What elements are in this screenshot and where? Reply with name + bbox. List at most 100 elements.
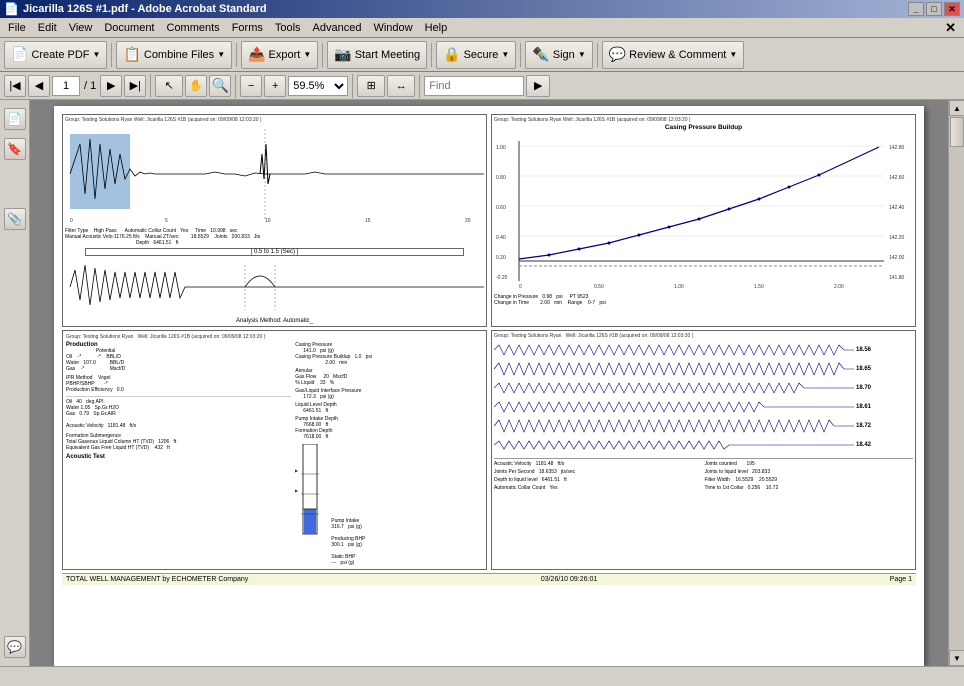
pump-diagram: ▶ ▶: [295, 444, 325, 566]
review-dropdown-icon[interactable]: ▼: [729, 50, 737, 59]
toolbar-nav: |◀ ◀ / 1 ▶ ▶| ↖ ✋ 🔍 − + 59.5% 50% 75% 10…: [0, 72, 964, 100]
trace-3-svg: [494, 379, 854, 397]
sign-dropdown-icon[interactable]: ▼: [578, 50, 586, 59]
window-controls[interactable]: _ □ ✕: [908, 2, 960, 16]
svg-text:-0.20: -0.20: [496, 275, 508, 281]
zoom-select[interactable]: 59.5% 50% 75% 100%: [288, 76, 348, 96]
secure-dropdown-icon[interactable]: ▼: [501, 50, 509, 59]
close-button[interactable]: ✕: [944, 2, 960, 16]
menu-tools[interactable]: Tools: [269, 20, 307, 36]
menu-edit[interactable]: Edit: [32, 20, 63, 36]
comments-panel-icon[interactable]: 💬: [4, 636, 26, 658]
hand-tool-button[interactable]: ✋: [185, 75, 207, 97]
production-table: Potential Oil -* -* BBL/D Water 107.0 BB…: [66, 348, 125, 372]
secure-button[interactable]: 🔒 Secure ▼: [436, 41, 516, 69]
bookmarks-panel-icon[interactable]: 🔖: [4, 138, 26, 160]
menu-document[interactable]: Document: [98, 20, 160, 36]
start-meeting-button[interactable]: 📷 Start Meeting: [327, 41, 427, 69]
liquid-level-data: Liquid Level Depth 6461.51 ft: [295, 402, 483, 414]
waveform-traces-panel: Group: Testing Solutions Ryan Well: Jica…: [491, 330, 916, 570]
fit-page-button[interactable]: ⊞: [357, 75, 385, 97]
svg-text:10: 10: [265, 218, 271, 224]
pdf-page: Group: Testing Solutions Ryan Well: Jica…: [54, 106, 924, 666]
ipr-data: IPR Method Vogel PBHP/SBHP -* Production…: [66, 375, 291, 393]
minimize-button[interactable]: _: [908, 2, 924, 16]
pressure-pump-data: Casing Pressure 141.0 psi (g) Casing Pre…: [295, 342, 483, 566]
svg-text:0.80: 0.80: [496, 175, 506, 181]
chart-header-tl: Group: Testing Solutions Ryan Well: Jica…: [65, 117, 484, 123]
nav-prev-button[interactable]: ◀: [28, 75, 50, 97]
pages-panel-icon[interactable]: 📄: [4, 108, 26, 130]
menu-view[interactable]: View: [63, 20, 99, 36]
attachments-panel-icon[interactable]: 📎: [4, 208, 26, 230]
pressure-chart-title: Casing Pressure Buildup: [494, 124, 913, 131]
document-area: Group: Testing Solutions Ryan Well: Jica…: [30, 100, 948, 666]
secure-icon: 🔒: [443, 46, 460, 63]
review-comment-button[interactable]: 💬 Review & Comment ▼: [602, 41, 745, 69]
zoom-in-button[interactable]: 🔍: [209, 75, 231, 97]
trace-1-value: 18.56: [856, 347, 886, 353]
scroll-track[interactable]: [949, 116, 964, 650]
zoom-in-btn2[interactable]: +: [264, 75, 286, 97]
menu-file[interactable]: File: [2, 20, 32, 36]
export-dropdown-icon[interactable]: ▼: [303, 50, 311, 59]
export-button[interactable]: 📤 Export ▼: [241, 41, 318, 69]
menu-window[interactable]: Window: [367, 20, 418, 36]
svg-text:142.80: 142.80: [889, 145, 905, 151]
toolbar-separator-1: [111, 43, 112, 67]
acoustic-waveform-chart: Group: Testing Solutions Ryan Well: Jica…: [62, 114, 487, 327]
combine-files-button[interactable]: 📋 Combine Files ▼: [116, 41, 232, 69]
nav-last-button[interactable]: ▶|: [124, 75, 146, 97]
gas-liquid-data: Gas/Liquid Interface Pressure 172.3 psi …: [295, 388, 483, 400]
create-pdf-dropdown-icon[interactable]: ▼: [93, 50, 101, 59]
menu-help[interactable]: Help: [419, 20, 454, 36]
trace-1-svg: [494, 341, 854, 359]
footer-date: 03/26/10 09:26:01: [541, 576, 597, 583]
menu-close-x[interactable]: ✕: [939, 18, 962, 38]
scroll-thumb[interactable]: [950, 117, 964, 147]
trace-5-value: 18.72: [856, 423, 886, 429]
find-input[interactable]: [424, 76, 524, 96]
svg-text:2.00: 2.00: [834, 284, 844, 290]
svg-text:142.60: 142.60: [889, 175, 905, 181]
trace-5-svg: [494, 417, 854, 435]
menu-advanced[interactable]: Advanced: [307, 20, 368, 36]
formation-submergence-data: Formation Submergence Total Gaseous Liqu…: [66, 433, 291, 451]
combine-dropdown-icon[interactable]: ▼: [217, 50, 225, 59]
zoom-out-btn[interactable]: −: [240, 75, 262, 97]
toolbar-separator-6: [597, 43, 598, 67]
waveform-svg: 0 5 10 15 20: [65, 124, 484, 224]
combine-icon: 📋: [123, 46, 140, 63]
traces-header: Group: Testing Solutions Ryan Well: Jica…: [494, 333, 913, 339]
left-sidebar: 📄 🔖 📎 💬: [0, 100, 30, 666]
find-button[interactable]: ▶: [526, 75, 550, 97]
menu-comments[interactable]: Comments: [161, 20, 226, 36]
export-icon: 📤: [248, 46, 265, 63]
page-number-input[interactable]: [52, 76, 80, 96]
app-icon: 📄: [4, 2, 19, 16]
title-bar: 📄 Jicarilla 126S #1.pdf - Adobe Acrobat …: [0, 0, 964, 18]
formation-depth-data: Formation Depth 7618.00 ft: [295, 428, 483, 440]
svg-text:0: 0: [519, 284, 522, 290]
create-pdf-button[interactable]: 📄 Create PDF ▼: [4, 41, 107, 69]
select-tool-button[interactable]: ↖: [155, 75, 183, 97]
svg-text:0.20: 0.20: [496, 255, 506, 261]
vertical-scrollbar[interactable]: ▲ ▼: [948, 100, 964, 666]
sign-button[interactable]: ✒️ Sign ▼: [525, 41, 592, 69]
trace-3-value: 18.70: [856, 385, 886, 391]
footer-company: TOTAL WELL MANAGEMENT by ECHOMETER Compa…: [66, 576, 248, 583]
trace-6-value: 18.42: [856, 442, 886, 448]
status-bar: [0, 666, 964, 686]
nav-next-button[interactable]: ▶: [100, 75, 122, 97]
maximize-button[interactable]: □: [926, 2, 942, 16]
trace-4-value: 18.61: [856, 404, 886, 410]
nav-first-button[interactable]: |◀: [4, 75, 26, 97]
app-title: 📄 Jicarilla 126S #1.pdf - Adobe Acrobat …: [4, 2, 267, 16]
svg-text:142.00: 142.00: [889, 255, 905, 261]
scroll-up-button[interactable]: ▲: [949, 100, 964, 116]
fit-width-button[interactable]: ↔: [387, 75, 415, 97]
scroll-down-button[interactable]: ▼: [949, 650, 964, 666]
toolbar2-sep-4: [419, 74, 420, 98]
svg-text:▶: ▶: [295, 488, 299, 493]
menu-forms[interactable]: Forms: [226, 20, 269, 36]
